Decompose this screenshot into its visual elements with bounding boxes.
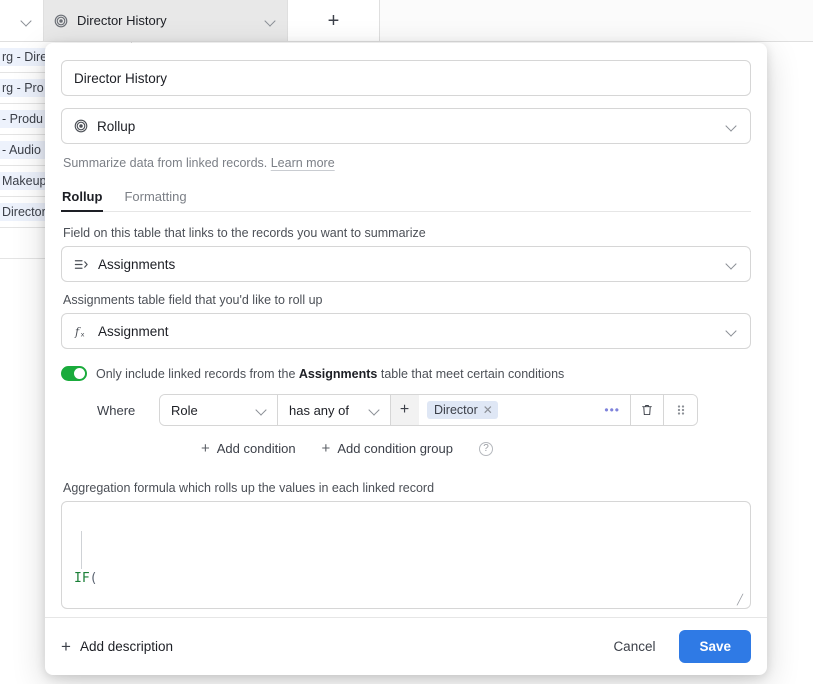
formula-fx-icon: f x — [74, 324, 89, 339]
rollup-field-select[interactable]: f x Assignment — [61, 313, 751, 349]
dialog-body: Director History Rollup Summarize data f… — [45, 43, 767, 617]
linked-record-chip[interactable]: Director — [0, 203, 52, 221]
add-value-button[interactable]: + — [391, 395, 419, 425]
rollup-field-label: Assignments table field that you'd like … — [63, 293, 323, 307]
condition-row: Where Role has any of + Director ✕ ••• — [97, 394, 751, 426]
field-type-description: Summarize data from linked records. Lear… — [63, 156, 751, 170]
formula-token-paren: ( — [89, 571, 98, 586]
delete-condition-button[interactable] — [631, 395, 664, 425]
save-button[interactable]: Save — [679, 630, 751, 663]
add-condition-label: Add condition — [216, 441, 296, 456]
condition-value-chip-label: Director — [434, 403, 478, 417]
tab-rollup[interactable]: Rollup — [61, 189, 104, 212]
cancel-button[interactable]: Cancel — [603, 632, 665, 661]
add-condition-group-button[interactable]: + Add condition group — [322, 440, 453, 457]
tab-formatting[interactable]: Formatting — [123, 189, 187, 211]
formula-line: IF( — [74, 569, 738, 588]
add-description-label: Add description — [79, 639, 173, 654]
chevron-down-icon[interactable] — [726, 120, 738, 132]
condition-value-area[interactable]: + Director ✕ ••• — [391, 395, 631, 425]
plus-icon: + — [61, 636, 71, 656]
link-field-label: Field on this table that links to the re… — [63, 226, 426, 240]
condition-field-value: Role — [171, 402, 198, 418]
add-condition-button[interactable]: + Add condition — [201, 440, 296, 457]
chevron-down-icon[interactable] — [21, 15, 33, 27]
formula-label: Aggregation formula which rolls up the v… — [63, 481, 435, 495]
chevron-down-icon[interactable] — [726, 325, 738, 337]
editor-tabs: Rollup Formatting — [61, 189, 751, 212]
link-field-value: Assignments — [98, 256, 176, 272]
add-condition-group-label: Add condition group — [337, 441, 453, 456]
link-field-select[interactable]: Assignments — [61, 246, 751, 282]
trash-icon — [642, 405, 652, 416]
field-header-label: Director History — [77, 13, 167, 28]
plus-icon: + — [327, 9, 340, 32]
field-name-input[interactable]: Director History — [61, 60, 751, 96]
condition-value-chip[interactable]: Director ✕ — [427, 401, 498, 419]
add-description-button[interactable]: + Add description — [61, 637, 173, 657]
where-label: Where — [97, 402, 136, 418]
rollup-spiral-icon — [54, 14, 68, 27]
field-editor-dialog: Director History Rollup Summarize data f… — [45, 43, 767, 675]
conditions-toggle-label: Only include linked records from the Ass… — [96, 367, 564, 381]
add-condition-row: + Add condition + Add condition group ? — [201, 440, 751, 457]
linked-record-chip[interactable]: rg - Pro — [0, 79, 50, 97]
field-name-value: Director History — [74, 70, 168, 86]
condition-operator-value: has any of — [289, 402, 349, 418]
svg-text:x: x — [81, 330, 85, 338]
formula-editor[interactable]: IF( values, {First Name} & " Has Been A … — [61, 501, 751, 609]
linked-record-chip[interactable]: - Produ — [0, 110, 49, 128]
chevron-down-icon[interactable] — [256, 404, 268, 416]
formula-token-function: IF — [74, 571, 90, 586]
question-mark-icon[interactable]: ? — [478, 441, 493, 456]
rollup-spiral-icon — [74, 119, 88, 133]
chevron-down-icon[interactable] — [265, 15, 277, 27]
ellipsis-icon[interactable]: ••• — [594, 403, 630, 417]
formula-indent-guide — [81, 531, 82, 569]
plus-icon: + — [321, 440, 331, 457]
field-type-select[interactable]: Rollup — [61, 108, 751, 144]
condition-field-select[interactable]: Role — [160, 395, 278, 425]
close-x-icon[interactable]: ✕ — [483, 404, 493, 416]
resize-handle[interactable]: ╱ — [737, 596, 747, 606]
link-to-record-icon — [74, 257, 89, 272]
conditions-toggle-suffix: table that meet certain conditions — [377, 366, 565, 381]
field-header-empty-space — [380, 0, 813, 41]
drag-condition-handle[interactable] — [664, 395, 697, 425]
learn-more-link[interactable]: Learn more — [271, 156, 335, 170]
add-field-button[interactable]: + — [288, 0, 380, 41]
field-type-description-text: Summarize data from linked records. — [63, 156, 268, 170]
linked-record-chip[interactable]: - Audio — [0, 141, 47, 159]
grid-field-header-row: Director History + — [0, 0, 813, 42]
plus-icon: + — [201, 440, 210, 457]
condition-operator-select[interactable]: has any of — [278, 395, 391, 425]
dialog-footer-actions: Cancel Save — [603, 630, 751, 663]
previous-field-header[interactable] — [0, 0, 44, 41]
conditions-toggle-row: Only include linked records from the Ass… — [61, 366, 751, 381]
field-type-value: Rollup — [97, 118, 136, 134]
conditions-toggle-prefix: Only include linked records from the — [96, 366, 299, 381]
chevron-down-icon[interactable] — [726, 258, 738, 270]
drag-handle-icon — [677, 405, 684, 415]
condition-controls: Role has any of + Director ✕ ••• — [159, 394, 698, 426]
field-header-director-history[interactable]: Director History — [44, 0, 288, 41]
dialog-footer: + Add description Cancel Save — [45, 617, 767, 675]
conditions-toggle-table-name: Assignments — [298, 366, 378, 381]
chevron-down-icon[interactable] — [369, 404, 381, 416]
conditions-toggle-switch[interactable] — [61, 366, 87, 381]
rollup-field-value: Assignment — [98, 323, 169, 339]
